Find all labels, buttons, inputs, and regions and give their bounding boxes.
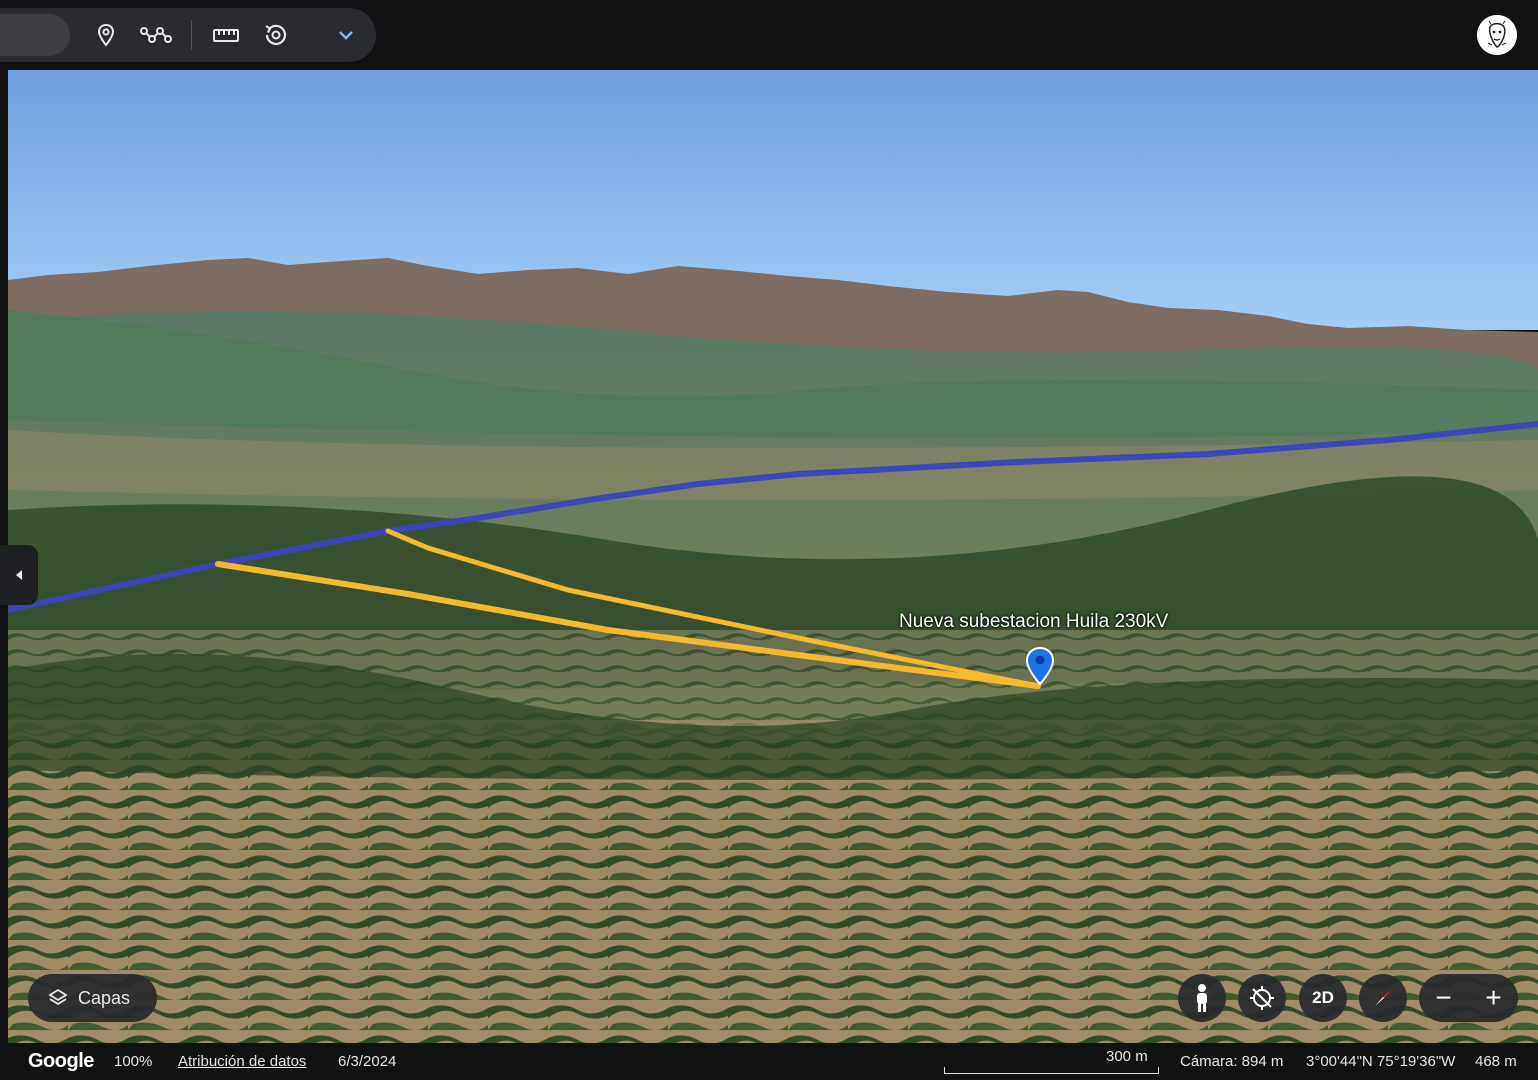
placemark-pin[interactable] xyxy=(1024,646,1056,686)
search-pill[interactable] xyxy=(0,14,70,56)
data-attribution-link[interactable]: Atribución de datos xyxy=(178,1053,306,1070)
map-pin-icon xyxy=(1025,646,1055,686)
add-path-button[interactable] xyxy=(138,17,174,53)
cursor-coordinates: 3°00'44"N 75°19'36"W xyxy=(1306,1053,1456,1070)
chevron-down-icon xyxy=(339,31,353,40)
caret-left-icon xyxy=(16,570,22,580)
2d-toggle-button[interactable]: 2D xyxy=(1299,974,1347,1022)
more-tools-button[interactable] xyxy=(328,17,364,53)
layers-icon xyxy=(48,988,68,1008)
avatar-image xyxy=(1477,15,1517,55)
street-view-button[interactable] xyxy=(1178,974,1226,1022)
status-bar: Google 100% Atribución de datos 6/3/2024… xyxy=(0,1043,1538,1080)
path-icon xyxy=(140,27,172,43)
ruler-icon xyxy=(213,29,239,42)
elevation: 468 m xyxy=(1475,1053,1517,1070)
zoom-in-button[interactable]: + xyxy=(1469,974,1518,1022)
zoom-percentage: 100% xyxy=(114,1053,153,1070)
pin-icon xyxy=(97,23,115,47)
map-viewport[interactable]: Nueva subestacion Huila 230kV xyxy=(8,70,1538,1043)
no-tilt-icon xyxy=(1250,986,1274,1010)
imagery-date: 6/3/2024 xyxy=(338,1053,397,1070)
history-button[interactable] xyxy=(258,17,294,53)
measure-button[interactable] xyxy=(208,17,244,53)
layers-button[interactable]: Capas xyxy=(28,974,157,1022)
zoom-controls: − + xyxy=(1419,974,1518,1022)
google-logo: Google xyxy=(28,1050,94,1072)
history-icon xyxy=(265,24,287,45)
add-placemark-button[interactable] xyxy=(88,17,124,53)
account-avatar[interactable] xyxy=(1477,15,1517,55)
tilt-toggle-button[interactable] xyxy=(1238,974,1286,1022)
camera-altitude: Cámara: 894 m xyxy=(1180,1053,1284,1070)
zoom-out-button[interactable]: − xyxy=(1419,974,1468,1022)
toolbar-divider xyxy=(191,20,192,50)
pegman-icon xyxy=(1197,984,1207,1012)
layers-label: Capas xyxy=(78,987,131,1008)
scale-label: 300 m xyxy=(1106,1048,1148,1065)
compass-icon xyxy=(1375,990,1391,1006)
top-toolbar xyxy=(0,0,1538,70)
scale-bar xyxy=(944,1067,1159,1074)
side-panel-toggle[interactable] xyxy=(0,545,38,605)
compass-button[interactable] xyxy=(1359,974,1407,1022)
terrain-scene xyxy=(8,70,1538,1043)
placemark-label[interactable]: Nueva subestacion Huila 230kV xyxy=(899,611,1168,633)
